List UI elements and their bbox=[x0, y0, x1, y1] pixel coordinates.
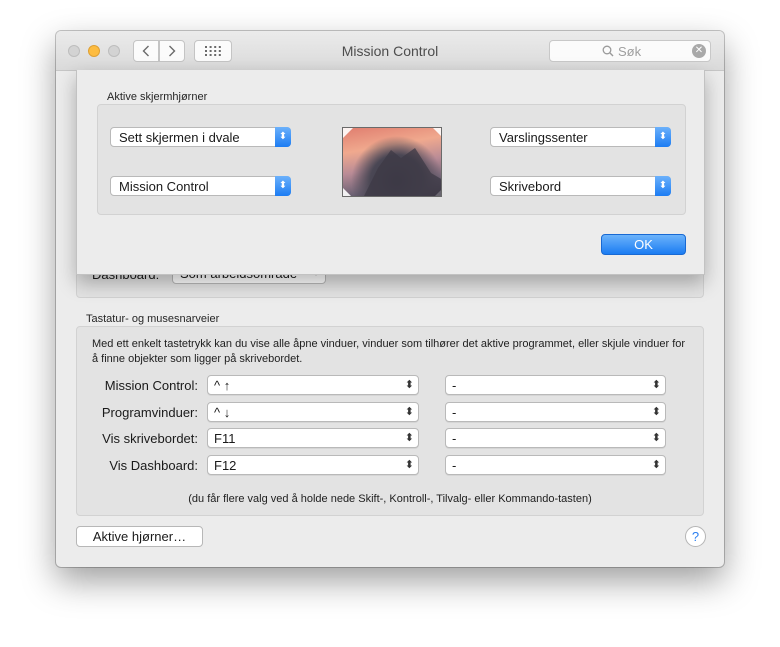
shortcuts-description: Med ett enkelt tastetrykk kan du vise al… bbox=[92, 338, 686, 365]
row-label-app-windows: Programvinduer: bbox=[101, 405, 198, 420]
row-label-show-desktop: Vis skrivebordet: bbox=[102, 431, 198, 446]
search-field[interactable]: Søk ✕ bbox=[549, 40, 711, 62]
popup-value: Varslingssenter bbox=[499, 130, 588, 145]
screen-preview-image bbox=[342, 127, 442, 197]
top-left-corner-popup[interactable]: Sett skjermen i dvale ⬍ bbox=[110, 127, 291, 147]
popup-value: - bbox=[452, 378, 457, 393]
top-right-corner-popup[interactable]: Varslingssenter ⬍ bbox=[490, 127, 671, 147]
bottom-left-corner-popup[interactable]: Mission Control ⬍ bbox=[110, 176, 291, 196]
updown-arrows-icon: ⬍ bbox=[404, 406, 414, 418]
updown-arrows-icon: ⬍ bbox=[651, 406, 661, 418]
updown-arrows-icon: ⬍ bbox=[404, 459, 414, 471]
row-label-show-dashboard: Vis Dashboard: bbox=[109, 458, 198, 473]
hot-corners-button[interactable]: Aktive hjørner… bbox=[76, 526, 203, 547]
show-dashboard-mouse-popup[interactable]: - ⬍ bbox=[445, 455, 666, 475]
show-dashboard-key-popup[interactable]: F12 ⬍ bbox=[207, 455, 419, 475]
hot-corners-sheet: Aktive skjermhjørner Sett skjermen i dva… bbox=[76, 70, 705, 275]
popup-value: - bbox=[452, 431, 457, 446]
mission-control-mouse-popup[interactable]: - ⬍ bbox=[445, 375, 666, 395]
search-icon bbox=[602, 45, 614, 57]
hot-corners-group-label: Aktive skjermhjørner bbox=[107, 91, 208, 103]
show-desktop-key-popup[interactable]: F11 ⬍ bbox=[207, 428, 419, 448]
updown-arrows-icon: ⬍ bbox=[651, 459, 661, 471]
popup-value: F12 bbox=[214, 458, 237, 473]
updown-arrows-icon: ⬍ bbox=[404, 379, 414, 391]
modifier-footnote: (du får flere valg ved å holde nede Skif… bbox=[188, 493, 592, 505]
ok-button[interactable]: OK bbox=[601, 234, 686, 255]
popup-value: - bbox=[452, 405, 457, 420]
shortcuts-group-label: Tastatur- og musesnarveier bbox=[86, 313, 220, 325]
row-label-mission-control: Mission Control: bbox=[104, 378, 198, 393]
clear-search-icon[interactable]: ✕ bbox=[692, 44, 706, 58]
updown-arrows-icon: ⬍ bbox=[651, 379, 661, 391]
updown-arrows-icon: ⬍ bbox=[655, 176, 671, 196]
popup-value: ^ ↑ bbox=[214, 378, 231, 393]
updown-arrows-icon: ⬍ bbox=[275, 127, 291, 147]
title-bar: Mission Control Søk ✕ bbox=[56, 31, 724, 71]
updown-arrows-icon: ⬍ bbox=[655, 127, 671, 147]
help-button[interactable]: ? bbox=[685, 526, 706, 547]
popup-value: - bbox=[452, 458, 457, 473]
search-placeholder: Søk bbox=[618, 44, 642, 59]
popup-value: Sett skjermen i dvale bbox=[119, 130, 240, 145]
popup-value: F11 bbox=[214, 431, 236, 446]
corner-markers-icon bbox=[343, 128, 441, 196]
bottom-right-corner-popup[interactable]: Skrivebord ⬍ bbox=[490, 176, 671, 196]
updown-arrows-icon: ⬍ bbox=[651, 432, 661, 444]
show-desktop-mouse-popup[interactable]: - ⬍ bbox=[445, 428, 666, 448]
updown-arrows-icon: ⬍ bbox=[275, 176, 291, 196]
updown-arrows-icon: ⬍ bbox=[404, 432, 414, 444]
mission-control-key-popup[interactable]: ^ ↑ ⬍ bbox=[207, 375, 419, 395]
popup-value: ^ ↓ bbox=[214, 405, 231, 420]
popup-value: Skrivebord bbox=[499, 179, 562, 194]
app-windows-key-popup[interactable]: ^ ↓ ⬍ bbox=[207, 402, 419, 422]
popup-value: Mission Control bbox=[119, 179, 209, 194]
app-windows-mouse-popup[interactable]: - ⬍ bbox=[445, 402, 666, 422]
